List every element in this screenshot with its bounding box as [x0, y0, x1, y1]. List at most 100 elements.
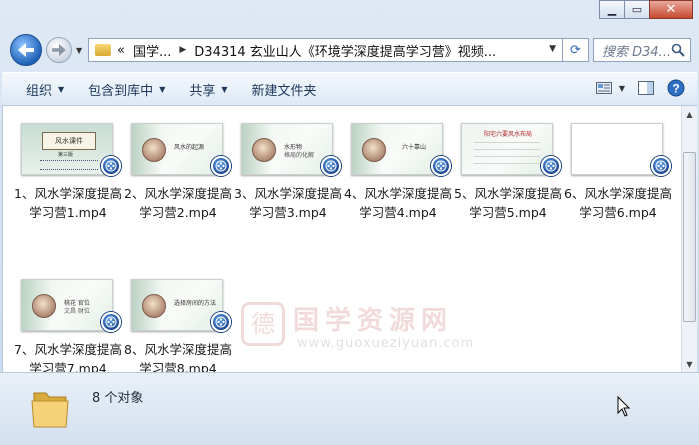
media-player-icon: [211, 312, 231, 332]
refresh-button[interactable]: ⟳: [563, 38, 589, 62]
media-player-icon: [321, 156, 341, 176]
details-pane: 8 个对象: [0, 372, 699, 445]
file-item[interactable]: 风水的起源 2、风水学深度提高学习营2.mp4: [123, 106, 233, 236]
video-thumbnail: [571, 123, 663, 175]
help-icon: ?: [667, 79, 685, 97]
breadcrumb-item[interactable]: 国学...: [133, 41, 171, 60]
file-name: 3、风水学深度提高学习营3.mp4: [234, 186, 342, 220]
recent-pages-dropdown[interactable]: ▼: [76, 46, 82, 55]
thumbnail-caption: 阳宅六要风水布局: [484, 131, 533, 138]
new-folder-button[interactable]: 新建文件夹: [252, 80, 317, 99]
video-thumbnail: 六十靠山: [351, 123, 443, 175]
minimize-button[interactable]: ▁: [599, 0, 625, 19]
breadcrumb-current[interactable]: D34314 玄业山人《环境学深度提高学习营》视频...: [194, 41, 496, 60]
thumbnail-caption: 六十靠山: [402, 144, 427, 151]
video-thumbnail: 选择房间的方法: [131, 279, 223, 331]
search-icon: [671, 43, 685, 57]
new-folder-label: 新建文件夹: [251, 83, 317, 99]
refresh-icon: ⟳: [570, 42, 581, 58]
address-bar[interactable]: « 国学... ▶ D34314 玄业山人《环境学深度提高学习营》视频... ▼: [88, 38, 563, 62]
view-icon: [596, 82, 612, 94]
file-name: 2、风水学深度提高学习营2.mp4: [124, 186, 232, 220]
minimize-icon: ▁: [607, 3, 617, 16]
file-item[interactable]: 六十靠山 4、风水学深度提高学习营4.mp4: [343, 106, 453, 236]
chevron-down-icon: ▼: [221, 84, 228, 94]
media-player-icon: [651, 156, 671, 176]
portrait-figure: [142, 294, 166, 318]
organize-label: 组织: [26, 83, 53, 99]
command-bar: 组织 ▼ 包含到库中 ▼ 共享 ▼ 新建文件夹 ▼ ?: [2, 72, 697, 106]
watermark: 德 国学资源网 www.guoxueziyuan.com: [241, 300, 481, 360]
maximize-button[interactable]: ▭: [624, 0, 650, 19]
include-in-library-menu[interactable]: 包含到库中 ▼: [88, 80, 165, 99]
watermark-url: www.guoxueziyuan.com: [297, 336, 475, 351]
chevron-down-icon: ▼: [58, 84, 65, 94]
file-name: 1、风水学深度提高学习营1.mp4: [14, 186, 122, 220]
video-thumbnail: 桃花 官位 文昌 财位: [21, 279, 113, 331]
scroll-down-icon[interactable]: ▼: [682, 356, 697, 372]
search-placeholder: 搜索 D34...: [602, 44, 672, 60]
media-player-icon: [101, 156, 121, 176]
share-menu[interactable]: 共享 ▼: [189, 80, 227, 99]
watermark-logo: 德: [241, 302, 285, 346]
scroll-up-icon[interactable]: ▲: [682, 106, 697, 122]
maximize-icon: ▭: [631, 3, 643, 16]
portrait-figure: [142, 138, 166, 162]
share-label: 共享: [189, 83, 216, 99]
forward-button[interactable]: [46, 37, 72, 63]
media-player-icon: [541, 156, 561, 176]
breadcrumb-overflow[interactable]: «: [117, 43, 125, 58]
thumbnail-subtitle: 第三版: [58, 152, 74, 158]
thumbnail-caption: 选择房间的方法: [174, 300, 217, 307]
file-item[interactable]: 风水课件 第三版 1、风水学深度提高学习营1.mp4: [13, 106, 123, 236]
portrait-figure: [362, 138, 386, 162]
folder-icon: [95, 44, 111, 56]
thumbnail-caption: 风水的起源: [174, 144, 205, 151]
address-dropdown-icon[interactable]: ▼: [549, 44, 556, 54]
thumbnail-decoration: [40, 160, 98, 170]
organize-menu[interactable]: 组织 ▼: [26, 80, 64, 99]
media-player-icon: [431, 156, 451, 176]
explorer-window: ▁ ▭ ✕ ▼ « 国学... ▶ D34314 玄业山人《环境学深度提高学习营…: [0, 0, 699, 445]
thumbnail-caption-line2: 格局的化解: [284, 152, 315, 159]
search-input[interactable]: 搜索 D34...: [593, 38, 691, 62]
file-name: 4、风水学深度提高学习营4.mp4: [344, 186, 452, 220]
portrait-figure: [32, 294, 56, 318]
vertical-scrollbar[interactable]: ▲ ▼: [681, 106, 697, 372]
back-button[interactable]: [10, 34, 42, 66]
portrait-figure: [252, 138, 276, 162]
file-name: 6、风水学深度提高学习营6.mp4: [564, 186, 672, 220]
caption-buttons: ▁ ▭ ✕: [599, 0, 693, 19]
forward-arrow-icon: [52, 44, 66, 56]
svg-text:?: ?: [672, 82, 679, 96]
mouse-cursor-icon: [617, 396, 631, 417]
media-player-icon: [101, 312, 121, 332]
navigation-bar: ▼ « 国学... ▶ D34314 玄业山人《环境学深度提高学习营》视频...…: [8, 34, 691, 66]
folder-icon: [31, 392, 69, 428]
close-icon: ✕: [665, 2, 677, 17]
close-button[interactable]: ✕: [649, 0, 693, 19]
breadcrumb-chevron-icon[interactable]: ▶: [179, 45, 186, 55]
file-item[interactable]: 阳宅六要风水布局 5、风水学深度提高学习营5.mp4: [453, 106, 563, 236]
scrollbar-thumb[interactable]: [683, 152, 696, 322]
video-thumbnail: 风水课件 第三版: [21, 123, 113, 175]
file-list[interactable]: 风水课件 第三版 1、风水学深度提高学习营1.mp4 风水的起源 2、风水学深度…: [2, 106, 682, 376]
change-view-button[interactable]: [593, 78, 615, 98]
chevron-down-icon: ▼: [159, 84, 166, 94]
back-arrow-icon: [18, 43, 34, 57]
thumbnail-caption-line2: 文昌 财位: [64, 308, 90, 315]
media-player-icon: [211, 156, 231, 176]
video-thumbnail: 阳宅六要风水布局: [461, 123, 553, 175]
view-options-dropdown[interactable]: ▼: [617, 78, 627, 98]
preview-pane-button[interactable]: [635, 78, 657, 98]
item-count: 8 个对象: [92, 391, 144, 406]
include-in-library-label: 包含到库中: [88, 83, 154, 99]
video-thumbnail: 水形物 格局的化解: [241, 123, 333, 175]
preview-pane-icon: [638, 81, 654, 95]
file-name: 5、风水学深度提高学习营5.mp4: [454, 186, 562, 220]
file-item[interactable]: 6、风水学深度提高学习营6.mp4: [563, 106, 673, 236]
file-item[interactable]: 水形物 格局的化解 3、风水学深度提高学习营3.mp4: [233, 106, 343, 236]
watermark-brand: 国学资源网: [293, 306, 454, 336]
video-thumbnail: 风水的起源: [131, 123, 223, 175]
help-button[interactable]: ?: [665, 78, 687, 98]
